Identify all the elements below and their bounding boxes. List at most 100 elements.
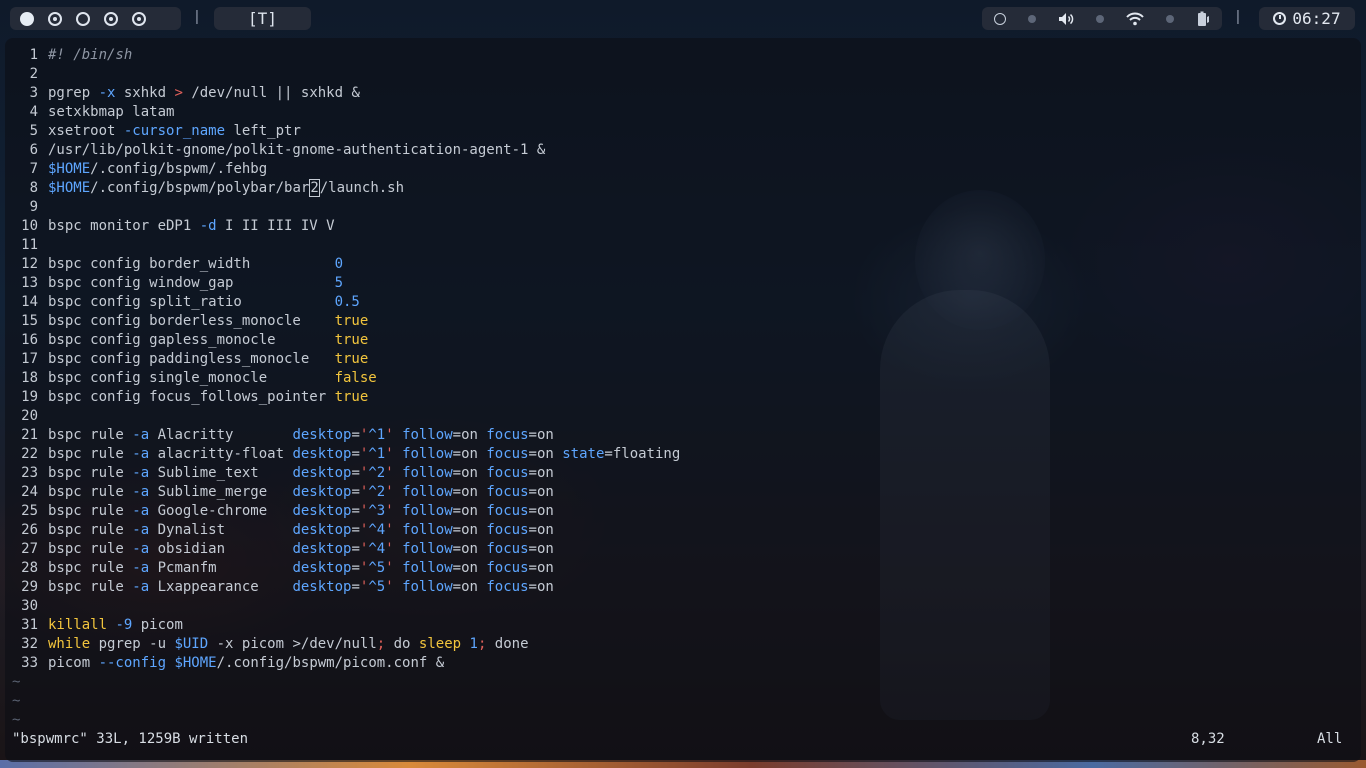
code-token: /.config/bspwm/polybar/bar <box>90 180 310 196</box>
line-number: 22 <box>21 446 38 462</box>
line-number: 18 <box>21 370 38 386</box>
line-text: bspc rule -a Sublime_merge desktop='^2' … <box>48 483 554 502</box>
code-token: desktop <box>292 522 352 538</box>
line-text: xsetroot -cursor_name left_ptr <box>48 122 301 141</box>
code-token: follow <box>402 503 453 519</box>
vim-command-line[interactable]: "bspwmrc" 33L, 1259B written 8,32 All <box>5 729 1361 749</box>
code-line[interactable]: 15 bspc config borderless_monocle true <box>5 312 1361 331</box>
code-line[interactable]: 10 bspc monitor eDP1 -d I II III IV V <box>5 217 1361 236</box>
code-token: = <box>351 560 360 576</box>
code-token: bspc config window_gap <box>48 275 335 291</box>
circle-icon[interactable] <box>994 12 1006 25</box>
code-token: bspc config single_monocle <box>48 370 335 386</box>
workspace-5-icon[interactable] <box>132 11 146 26</box>
tilde-marker: ~ <box>12 693 21 709</box>
line-number: 25 <box>21 503 38 519</box>
code-token: bspc rule <box>48 446 133 462</box>
code-token: true <box>334 332 369 348</box>
code-line[interactable]: 22 bspc rule -a alacritty-float desktop= '… <box>5 445 1361 464</box>
code-token: desktop <box>292 503 352 519</box>
line-text: bspc config borderless_monocle true <box>48 312 368 331</box>
code-line[interactable]: 24 bspc rule -a Sublime_merge desktop= '^2… <box>5 483 1361 502</box>
code-token: bspc rule <box>48 427 133 443</box>
line-text: $HOME/.config/bspwm/.fehbg <box>48 160 267 179</box>
code-token: Pcmanfm <box>149 560 293 576</box>
workspace-1-icon[interactable] <box>20 11 34 26</box>
code-line[interactable]: 8 $HOME/.config/bspwm/polybar/bar2/launch… <box>5 179 1361 198</box>
code-line[interactable]: 14 bspc config split_ratio 0.5 <box>5 293 1361 312</box>
code-token: ' <box>385 522 394 538</box>
code-token: ' <box>385 579 394 595</box>
code-line[interactable]: 9 <box>5 198 1361 217</box>
code-line[interactable]: 7 $HOME/.config/bspwm/.fehbg <box>5 160 1361 179</box>
empty-buffer-line: ~ <box>5 692 1361 711</box>
code-line[interactable]: 5 xsetroot -cursor_name left_ptr <box>5 122 1361 141</box>
code-line[interactable]: 20 <box>5 407 1361 426</box>
line-number: 1 <box>29 47 38 63</box>
code-line[interactable]: 27 bspc rule -a obsidian desktop='^4' fol… <box>5 540 1361 559</box>
workspace-2-icon[interactable] <box>48 11 62 26</box>
line-number: 21 <box>21 427 38 443</box>
code-token: 0.5 <box>334 294 360 310</box>
code-token: do <box>385 636 419 652</box>
code-line[interactable]: 4 setxkbmap latam <box>5 103 1361 122</box>
code-token: bspc rule <box>48 522 133 538</box>
line-text: #! /bin/sh <box>48 46 132 65</box>
code-line[interactable]: 1 #! /bin/sh <box>5 46 1361 65</box>
code-line[interactable]: 11 <box>5 236 1361 255</box>
battery-icon[interactable] <box>1196 11 1210 27</box>
code-line[interactable]: 18 bspc config single_monocle false <box>5 369 1361 388</box>
code-token: --config <box>98 655 167 671</box>
code-token: bspc monitor eDP1 <box>48 218 200 234</box>
editor-buffer[interactable]: 1 #! /bin/sh 2 3 pgrep -x sxhkd > /dev/null … <box>5 46 1361 730</box>
code-line[interactable]: 25 bspc rule -a Google-chrome desktop= '^3… <box>5 502 1361 521</box>
code-line[interactable]: 13 bspc config window_gap 5 <box>5 274 1361 293</box>
code-line[interactable]: 19 bspc config focus_follows_pointer true <box>5 388 1361 407</box>
clock[interactable]: 06:27 <box>1259 7 1355 30</box>
code-line[interactable]: 30 <box>5 597 1361 616</box>
empty-buffer-line: ~ <box>5 711 1361 730</box>
volume-icon[interactable] <box>1058 12 1074 26</box>
code-token: Sublime_text <box>149 465 293 481</box>
code-token: bspc rule <box>48 560 133 576</box>
code-line[interactable]: 28 bspc rule -a Pcmanfm desktop='^5' foll… <box>5 559 1361 578</box>
workspace-3-icon[interactable] <box>76 11 90 26</box>
code-token: =on <box>528 541 554 557</box>
code-token: =on <box>452 579 487 595</box>
code-token: = <box>351 541 360 557</box>
code-line[interactable]: 3 pgrep -x sxhkd > /dev/null || sxhkd & <box>5 84 1361 103</box>
terminal-window[interactable]: 1 #! /bin/sh 2 3 pgrep -x sxhkd > /dev/null … <box>5 38 1361 762</box>
code-line[interactable]: 6/usr/lib/polkit-gnome/polkit-gnome-auth… <box>5 141 1361 160</box>
code-token: follow <box>402 427 453 443</box>
code-line[interactable]: 26 bspc rule -a Dynalist desktop='^4' fol… <box>5 521 1361 540</box>
code-token: =on <box>452 465 487 481</box>
code-line[interactable]: 21 bspc rule -a Alacritty desktop='^1' fo… <box>5 426 1361 445</box>
code-line[interactable]: 17 bspc config paddingless_monocle true <box>5 350 1361 369</box>
code-line[interactable]: 32 while pgrep -u $UID -x picom >/dev/nul… <box>5 635 1361 654</box>
code-token: 0 <box>334 256 344 272</box>
code-line[interactable]: 29 bspc rule -a Lxappearance desktop='^5'… <box>5 578 1361 597</box>
layout-indicator[interactable]: [T] <box>214 7 311 30</box>
code-token: Dynalist <box>149 522 293 538</box>
workspace-4-icon[interactable] <box>104 11 118 26</box>
code-token: 1 <box>469 636 478 652</box>
code-token: =on <box>528 484 554 500</box>
code-token: bspc rule <box>48 465 133 481</box>
line-text: bspc config window_gap 5 <box>48 274 343 293</box>
code-line[interactable]: 12 bspc config border_width 0 <box>5 255 1361 274</box>
code-token: =on <box>528 446 563 462</box>
code-line[interactable]: 33 picom --config $HOME/.config/bspwm/pic… <box>5 654 1361 673</box>
code-token: focus <box>486 427 529 443</box>
wifi-icon[interactable] <box>1126 12 1144 26</box>
code-line[interactable]: 23 bspc rule -a Sublime_text desktop='^2'… <box>5 464 1361 483</box>
code-token: = <box>351 446 360 462</box>
code-token: bspc config focus_follows_pointer <box>48 389 335 405</box>
code-token: I II III IV V <box>216 218 335 234</box>
code-line[interactable]: 31 killall -9 picom <box>5 616 1361 635</box>
code-line[interactable]: 2 <box>5 65 1361 84</box>
line-text: bspc config paddingless_monocle true <box>48 350 368 369</box>
code-line[interactable]: 16 bspc config gapless_monocle true <box>5 331 1361 350</box>
code-token: focus <box>486 503 529 519</box>
